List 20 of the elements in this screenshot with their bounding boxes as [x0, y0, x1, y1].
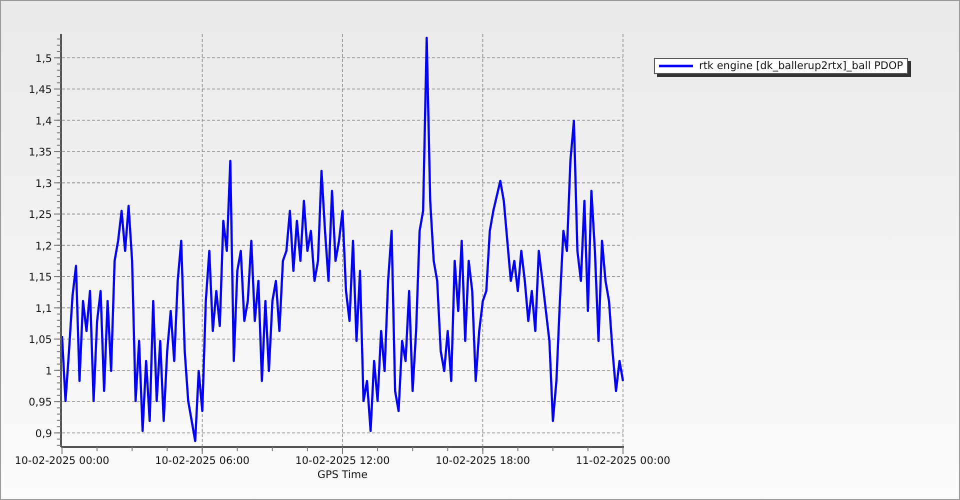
axis-tick-label: 1,35	[28, 146, 52, 159]
axis-tick-label: 10-02-2025 12:00	[295, 455, 390, 467]
axis-tick-label: 0,95	[28, 396, 52, 409]
axis-tick-label: 1,5	[35, 52, 52, 65]
axis-tick-label: 1,2	[35, 240, 52, 252]
axis-tick-label: 10-02-2025 06:00	[154, 455, 250, 467]
axis-tick-label: 0,9	[35, 428, 52, 440]
axis-tick-label: 10-02-2025 00:00	[14, 455, 110, 467]
legend-label: rtk engine [dk_ballerup2rtx]_ball PDOP	[699, 59, 904, 73]
axis-tick-label: 1,15	[28, 272, 52, 284]
axis-tick-label: 1	[45, 365, 52, 378]
axis-tick-label: 1,25	[28, 209, 52, 222]
axis-tick-label: 1,1	[35, 302, 52, 315]
axis-tick-label: 1,3	[35, 178, 52, 190]
axis-tick-label: 1,4	[35, 115, 52, 128]
axis-tick-label: 10-02-2025 18:00	[435, 455, 530, 467]
axis-tick-label: 11-02-2025 00:00	[576, 455, 670, 467]
axis-title: GPS Time	[317, 469, 368, 481]
axis-tick-label: 1,45	[28, 84, 52, 96]
axis-tick-label: 1,05	[28, 334, 52, 346]
